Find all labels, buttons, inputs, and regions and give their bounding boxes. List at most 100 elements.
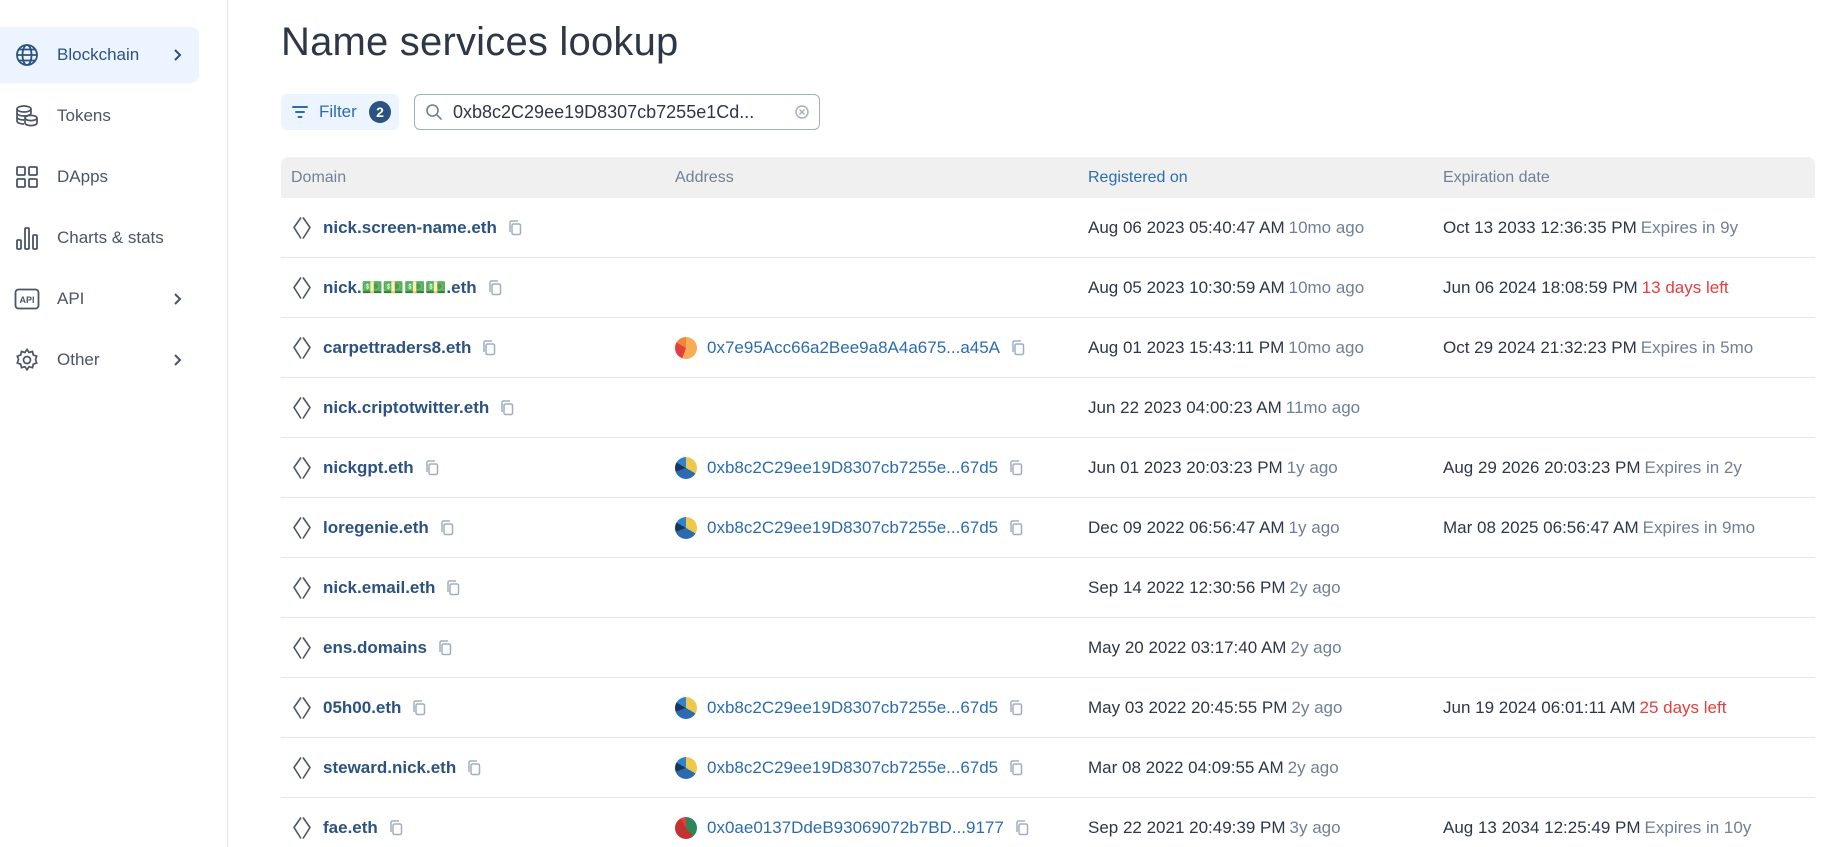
expires-in: Expires in 9y bbox=[1640, 217, 1739, 237]
copy-icon[interactable] bbox=[1014, 819, 1030, 837]
domain-link[interactable]: loregenie.eth bbox=[323, 518, 429, 538]
domain-link[interactable]: nick.💵💵💵💵.eth bbox=[323, 278, 477, 298]
ens-logo-icon bbox=[291, 456, 313, 480]
address-link[interactable]: 0xb8c2C29ee19D8307cb7255e...67d5 bbox=[707, 518, 998, 538]
api-icon: API bbox=[14, 286, 40, 312]
sidebar: Blockchain Tokens DApps Charts & stats A… bbox=[0, 0, 228, 847]
page-title: Name services lookup bbox=[281, 20, 679, 64]
filter-icon bbox=[290, 102, 310, 122]
sidebar-item-dapps[interactable]: DApps bbox=[0, 149, 199, 205]
svg-text:API: API bbox=[19, 295, 34, 305]
address-link[interactable]: 0xb8c2C29ee19D8307cb7255e...67d5 bbox=[707, 758, 998, 778]
copy-icon[interactable] bbox=[437, 639, 453, 657]
sidebar-item-label: Blockchain bbox=[57, 45, 140, 64]
copy-icon[interactable] bbox=[388, 819, 404, 837]
registered-ago: 2y ago bbox=[1287, 757, 1339, 777]
copy-icon[interactable] bbox=[499, 399, 515, 417]
copy-icon[interactable] bbox=[1008, 759, 1024, 777]
copy-icon[interactable] bbox=[481, 339, 497, 357]
registered-cell: Mar 08 2022 04:09:55 AM 2y ago bbox=[1088, 758, 1339, 778]
registered-ago: 1y ago bbox=[1286, 457, 1338, 477]
copy-icon[interactable] bbox=[1010, 339, 1026, 357]
domain-link[interactable]: nick.criptotwitter.eth bbox=[323, 398, 489, 418]
copy-icon[interactable] bbox=[411, 699, 427, 717]
domain-link[interactable]: fae.eth bbox=[323, 818, 378, 838]
registered-date: Mar 08 2022 04:09:55 AM bbox=[1088, 757, 1284, 777]
registered-cell: May 03 2022 20:45:55 PM 2y ago bbox=[1088, 698, 1342, 718]
domain-cell: nick.💵💵💵💵.eth bbox=[291, 276, 503, 300]
table-row: nick.criptotwitter.eth Jun 22 2023 04:00… bbox=[281, 378, 1815, 438]
registered-ago: 10mo ago bbox=[1288, 277, 1365, 297]
search-box bbox=[414, 94, 820, 130]
table-row: carpettraders8.eth 0x7e95Acc66a2Bee9a8A4… bbox=[281, 318, 1815, 378]
address-link[interactable]: 0x0ae0137DdeB93069072b7BD...9177 bbox=[707, 818, 1004, 838]
expiration-cell: Oct 29 2024 21:32:23 PM Expires in 5mo bbox=[1443, 338, 1753, 358]
sidebar-item-charts-stats[interactable]: Charts & stats bbox=[0, 210, 199, 266]
ens-logo-icon bbox=[291, 636, 313, 660]
copy-icon[interactable] bbox=[439, 519, 455, 537]
registered-date: Aug 01 2023 15:43:11 PM bbox=[1088, 337, 1285, 357]
registered-date: May 03 2022 20:45:55 PM bbox=[1088, 697, 1288, 717]
globe-icon bbox=[14, 42, 40, 68]
registered-cell: May 20 2022 03:17:40 AM 2y ago bbox=[1088, 638, 1342, 658]
domain-link[interactable]: nick.email.eth bbox=[323, 578, 435, 598]
sidebar-item-label: Tokens bbox=[57, 106, 111, 125]
address-link[interactable]: 0xb8c2C29ee19D8307cb7255e...67d5 bbox=[707, 458, 998, 478]
expiration-cell: Jun 06 2024 18:08:59 PM 13 days left bbox=[1443, 278, 1729, 298]
filter-button[interactable]: Filter 2 bbox=[281, 94, 399, 130]
address-cell: 0x0ae0137DdeB93069072b7BD...9177 bbox=[675, 816, 1030, 839]
ens-logo-icon bbox=[291, 756, 313, 780]
expires-in: Expires in 2y bbox=[1644, 457, 1742, 477]
column-header-registered[interactable]: Registered on bbox=[1088, 169, 1188, 187]
expiration-date: Mar 08 2025 06:56:47 AM bbox=[1443, 517, 1639, 537]
expires-in: Expires in 10y bbox=[1644, 817, 1752, 837]
sidebar-item-other[interactable]: Other bbox=[0, 332, 199, 388]
clear-search-icon[interactable] bbox=[794, 104, 810, 120]
address-avatar bbox=[675, 816, 697, 839]
copy-icon[interactable] bbox=[1008, 699, 1024, 717]
registered-ago: 11mo ago bbox=[1285, 397, 1361, 417]
domain-cell: nickgpt.eth bbox=[291, 456, 440, 480]
table-body: nick.screen-name.eth Aug 06 2023 05:40:4… bbox=[281, 198, 1815, 847]
domain-cell: steward.nick.eth bbox=[291, 756, 482, 780]
registered-ago: 1y ago bbox=[1288, 517, 1340, 537]
table-row: fae.eth 0x0ae0137DdeB93069072b7BD...9177… bbox=[281, 798, 1815, 847]
copy-icon[interactable] bbox=[487, 279, 503, 297]
grid-icon bbox=[14, 164, 40, 190]
address-link[interactable]: 0x7e95Acc66a2Bee9a8A4a675...a45A bbox=[707, 338, 1000, 358]
registered-date: Jun 01 2023 20:03:23 PM bbox=[1088, 457, 1283, 477]
gear-icon bbox=[14, 347, 40, 373]
domain-link[interactable]: ens.domains bbox=[323, 638, 427, 658]
domain-link[interactable]: 05h00.eth bbox=[323, 698, 401, 718]
address-link[interactable]: 0xb8c2C29ee19D8307cb7255e...67d5 bbox=[707, 698, 998, 718]
copy-icon[interactable] bbox=[424, 459, 440, 477]
sidebar-item-api[interactable]: API API bbox=[0, 271, 199, 327]
registered-cell: Sep 22 2021 20:49:39 PM 3y ago bbox=[1088, 818, 1341, 838]
chevron-right-icon bbox=[169, 352, 185, 368]
table-header: Domain Address Registered on Expiration … bbox=[281, 157, 1815, 198]
copy-icon[interactable] bbox=[1008, 519, 1024, 537]
expiration-cell: Aug 29 2026 20:03:23 PM Expires in 2y bbox=[1443, 458, 1742, 478]
domain-cell: 05h00.eth bbox=[291, 696, 427, 720]
registered-ago: 10mo ago bbox=[1288, 217, 1365, 237]
registered-ago: 10mo ago bbox=[1288, 337, 1364, 357]
registered-ago: 3y ago bbox=[1289, 817, 1341, 837]
address-avatar bbox=[675, 696, 697, 719]
copy-icon[interactable] bbox=[1008, 459, 1024, 477]
domain-link[interactable]: nickgpt.eth bbox=[323, 458, 414, 478]
expiration-cell: Oct 13 2033 12:36:35 PM Expires in 9y bbox=[1443, 218, 1738, 238]
sidebar-item-tokens[interactable]: Tokens bbox=[0, 88, 199, 144]
search-input[interactable] bbox=[453, 101, 773, 123]
domain-link[interactable]: nick.screen-name.eth bbox=[323, 218, 497, 238]
registered-date: Jun 22 2023 04:00:23 AM bbox=[1088, 397, 1282, 417]
sidebar-item-blockchain[interactable]: Blockchain bbox=[0, 27, 199, 83]
domain-link[interactable]: steward.nick.eth bbox=[323, 758, 456, 778]
expiration-date: Oct 13 2033 12:36:35 PM bbox=[1443, 217, 1637, 237]
copy-icon[interactable] bbox=[445, 579, 461, 597]
copy-icon[interactable] bbox=[466, 759, 482, 777]
address-cell: 0xb8c2C29ee19D8307cb7255e...67d5 bbox=[675, 516, 1024, 539]
table-row: nick.💵💵💵💵.eth Aug 05 2023 10:30:59 AM 10… bbox=[281, 258, 1815, 318]
domain-link[interactable]: carpettraders8.eth bbox=[323, 338, 471, 358]
expiration-date: Aug 29 2026 20:03:23 PM bbox=[1443, 457, 1641, 477]
copy-icon[interactable] bbox=[507, 219, 523, 237]
